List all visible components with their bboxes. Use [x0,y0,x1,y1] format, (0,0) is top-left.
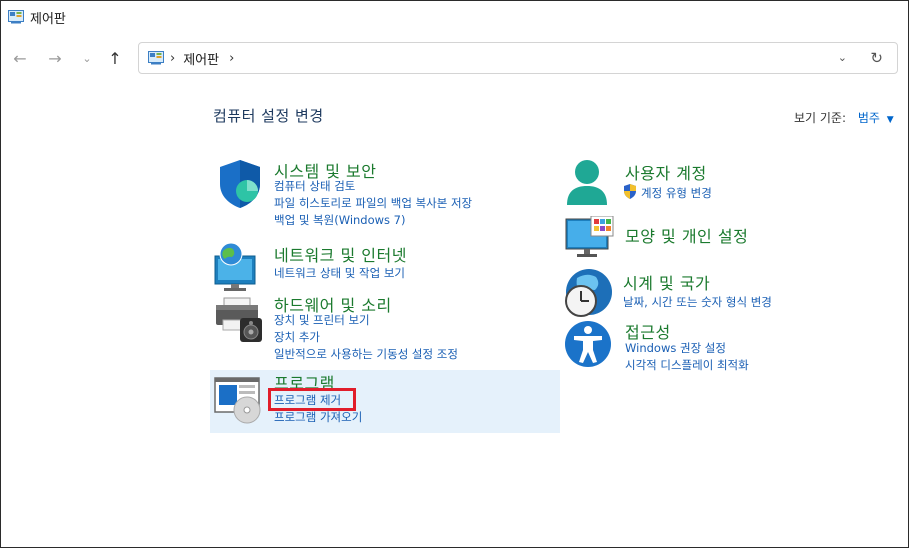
window-title: 제어판 [30,11,66,27]
category-title[interactable]: 시계 및 국가 [623,270,710,294]
printer-icon [216,297,262,342]
link-add-device[interactable]: 장치 추가 [274,329,320,345]
page-heading: 컴퓨터 설정 변경 [213,107,324,125]
accessibility-icon [565,321,611,367]
view-by: 보기 기준: 범주 ▼ [794,109,894,126]
category-programs: 프로그램 프로그램 제거 프로그램 가져오기 [214,372,534,428]
breadcrumb-separator[interactable]: › [170,51,175,66]
view-by-select[interactable]: 범주 [858,111,880,125]
category-title[interactable]: 모양 및 개인 설정 [625,223,748,247]
programs-disc-icon [214,377,261,424]
breadcrumb-separator[interactable]: › [229,51,234,66]
breadcrumb-control-panel[interactable]: 제어판 [183,49,219,68]
control-panel-icon [148,51,164,65]
link-get-programs[interactable]: 프로그램 가져오기 [274,409,362,425]
user-icon [567,160,607,205]
link-file-history[interactable]: 파일 히스토리로 파일의 백업 복사본 저장 [274,195,472,211]
category-hardware-sound: 하드웨어 및 소리 장치 및 프린터 보기 장치 추가 일반적으로 사용하는 기… [214,292,534,362]
category-network: 네트워크 및 인터넷 네트워크 상태 및 작업 보기 [214,242,534,291]
control-panel-icon [8,10,24,24]
refresh-icon[interactable]: ↻ [870,49,883,67]
category-appearance: 모양 및 개인 설정 [565,216,885,261]
category-user-accounts: 사용자 계정 계정 유형 변경 [565,159,885,209]
category-accessibility: 접근성 Windows 권장 설정 시각적 디스플레이 최적화 [565,320,885,372]
link-optimize-display[interactable]: 시각적 디스플레이 최적화 [625,357,749,373]
forward-arrow-icon[interactable]: → [44,47,66,69]
link-change-account-type[interactable]: 계정 유형 변경 [641,185,712,201]
category-system-security: 시스템 및 보안 컴퓨터 상태 검토 파일 히스토리로 파일의 백업 복사본 저… [214,158,534,228]
category-clock-region: 시계 및 국가 날짜, 시간 또는 숫자 형식 변경 [563,268,883,318]
address-bar[interactable]: › 제어판 › ⌄ ↻ [138,42,898,74]
link-network-status[interactable]: 네트워크 상태 및 작업 보기 [274,265,405,281]
link-mobility-settings[interactable]: 일반적으로 사용하는 기동성 설정 조정 [274,346,458,362]
category-title[interactable]: 사용자 계정 [625,160,707,184]
category-title[interactable]: 네트워크 및 인터넷 [274,242,407,266]
navigation-bar: ← → ⌄ ↑ › 제어판 › ⌄ ↻ [1,39,908,75]
up-arrow-icon[interactable]: ↑ [104,47,126,69]
shield-icon [220,160,260,208]
clock-globe-icon [565,269,612,317]
view-by-caret-icon[interactable]: ▼ [887,115,894,125]
link-date-time-format[interactable]: 날짜, 시간 또는 숫자 형식 변경 [623,294,772,310]
link-windows-recommended[interactable]: Windows 권장 설정 [625,340,726,356]
view-by-label: 보기 기준: [794,111,847,125]
uac-shield-icon [624,184,636,199]
link-backup-restore[interactable]: 백업 및 복원(Windows 7) [274,212,406,228]
recent-chevron-icon[interactable]: ⌄ [76,47,98,69]
monitor-palette-icon [565,216,614,257]
globe-network-icon [214,242,256,291]
annotation-red-box [268,388,356,411]
back-arrow-icon[interactable]: ← [9,47,31,69]
title-bar: 제어판 [1,1,908,33]
link-review-status[interactable]: 컴퓨터 상태 검토 [274,178,355,194]
link-devices-printers[interactable]: 장치 및 프린터 보기 [274,312,370,328]
dropdown-chevron-icon[interactable]: ⌄ [838,51,847,64]
